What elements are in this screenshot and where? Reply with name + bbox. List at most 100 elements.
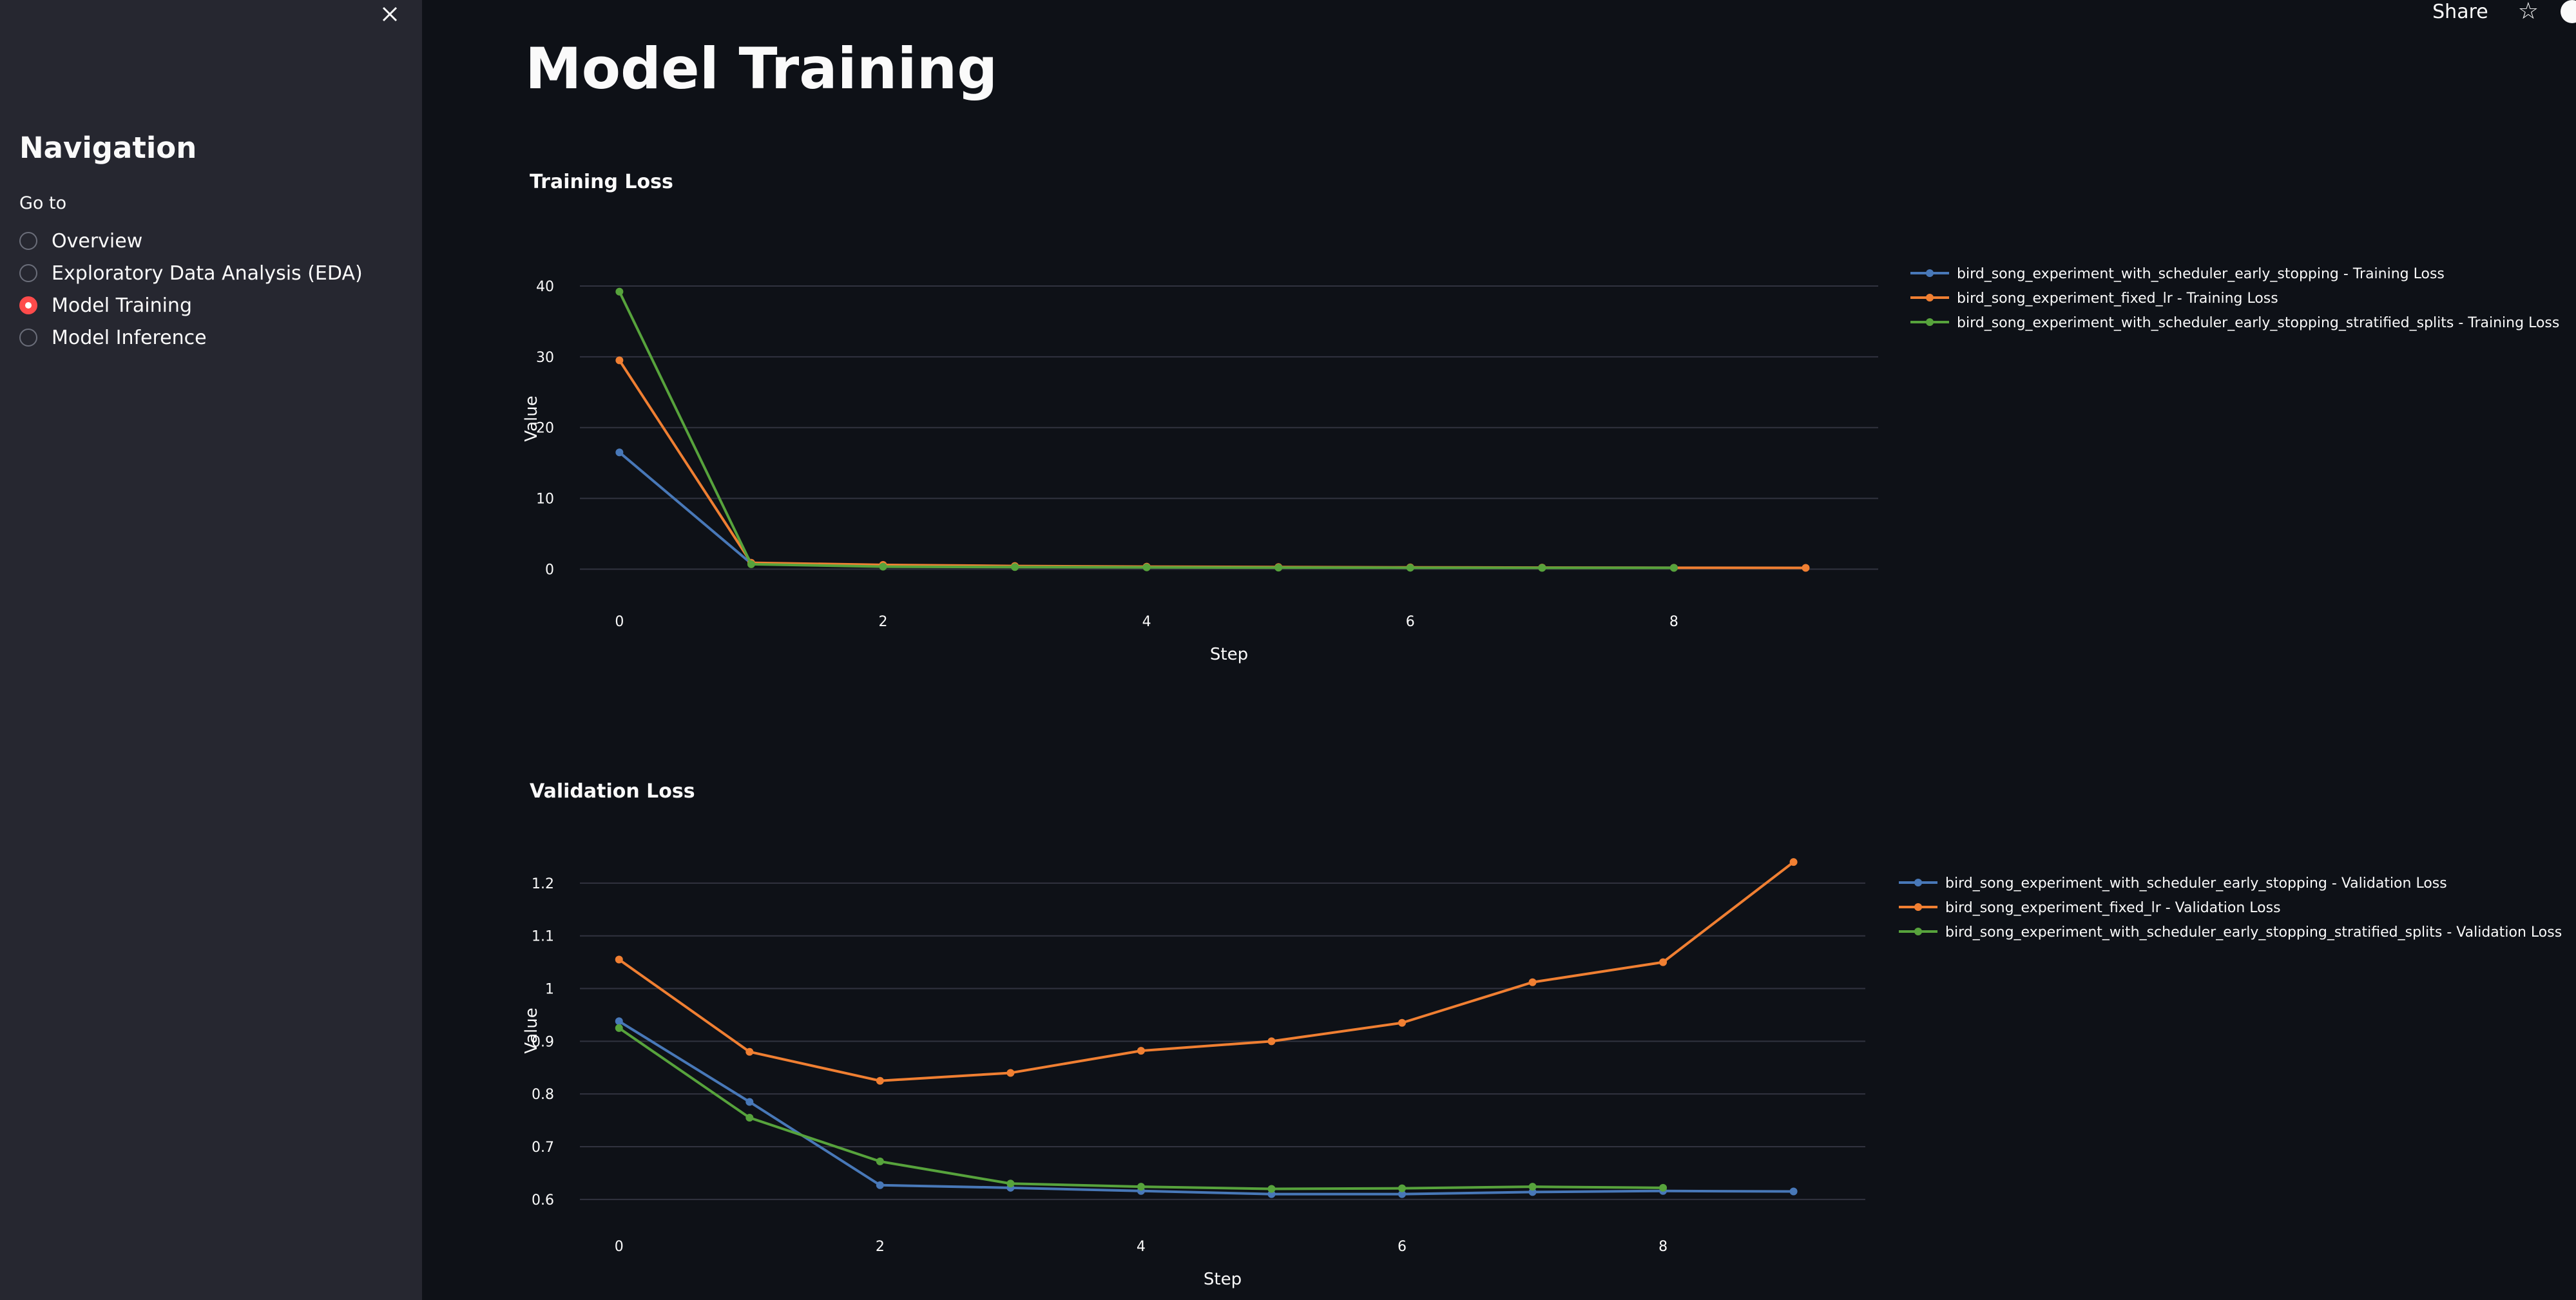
- y-tick-label: 30: [536, 350, 554, 366]
- radio-option-model-inference[interactable]: Model Inference: [19, 321, 207, 354]
- x-tick-label: 6: [1398, 1239, 1407, 1255]
- data-point: [1274, 564, 1283, 572]
- radio-option-label: Exploratory Data Analysis (EDA): [52, 262, 363, 285]
- x-tick-label: 2: [876, 1239, 885, 1255]
- radio-button[interactable]: [19, 232, 37, 250]
- x-axis-label: Step: [1210, 645, 1248, 664]
- data-point: [1406, 564, 1414, 572]
- data-point: [879, 562, 887, 571]
- data-point: [876, 1181, 884, 1189]
- training-loss-chart: 0102030400 2 4 6 8StepValuebird_song_experim…: [522, 266, 2559, 664]
- x-tick-label: 2: [879, 614, 888, 630]
- legend-marker: [1914, 879, 1922, 886]
- github-icon[interactable]: [2561, 0, 2576, 23]
- legend-label: bird_song_experiment_with_scheduler_earl…: [1945, 875, 2447, 892]
- x-tick-label: 4: [1142, 614, 1151, 630]
- x-tick-label: 8: [1658, 1239, 1668, 1255]
- y-tick-label: 0: [545, 562, 554, 578]
- legend-item: bird_song_experiment_with_scheduler_earl…: [1910, 315, 2559, 331]
- data-point: [1802, 564, 1810, 572]
- training-loss-title: Training Loss: [530, 171, 673, 193]
- data-point: [745, 1114, 754, 1122]
- data-point: [1659, 958, 1668, 966]
- x-tick-label: 0: [615, 1239, 624, 1255]
- data-point: [745, 1098, 754, 1106]
- series-line: [618, 291, 1674, 569]
- close-sidebar-button[interactable]: [377, 1, 403, 27]
- legend-label: bird_song_experiment_with_scheduler_earl…: [1945, 924, 2562, 941]
- data-point: [745, 1047, 754, 1056]
- data-point: [615, 1017, 623, 1026]
- radio-button[interactable]: [19, 329, 37, 347]
- radio-group-label: Go to: [19, 193, 67, 213]
- data-point: [1267, 1185, 1276, 1193]
- radio-option-eda[interactable]: Exploratory Data Analysis (EDA): [19, 257, 363, 289]
- legend-item: bird_song_experiment_fixed_lr - Training…: [1910, 291, 2278, 307]
- data-point: [1659, 1183, 1668, 1192]
- data-point: [747, 560, 755, 568]
- legend-marker: [1926, 294, 1934, 301]
- data-point: [1267, 1037, 1276, 1046]
- data-point: [1398, 1018, 1406, 1027]
- y-tick-label: 1: [545, 982, 554, 998]
- legend-label: bird_song_experiment_fixed_lr - Training…: [1957, 291, 2278, 307]
- legend-marker: [1914, 928, 1922, 935]
- data-point: [1006, 1180, 1015, 1188]
- series-line: [619, 451, 1674, 569]
- data-point: [1789, 858, 1798, 866]
- validation-loss-title: Validation Loss: [530, 780, 695, 803]
- radio-button-selected[interactable]: [19, 296, 37, 314]
- close-icon: [382, 6, 398, 22]
- x-tick-label: 0: [615, 614, 624, 630]
- share-button[interactable]: Share: [2432, 1, 2488, 23]
- header-actions: Share ☆: [2432, 0, 2576, 23]
- radio-button[interactable]: [19, 264, 37, 282]
- x-tick-label: 4: [1137, 1239, 1146, 1255]
- radio-option-model-training[interactable]: Model Training: [19, 289, 192, 321]
- legend-item: bird_song_experiment_with_scheduler_earl…: [1899, 924, 2562, 941]
- data-point: [876, 1076, 884, 1085]
- y-axis-label: Value: [522, 396, 541, 441]
- y-tick-label: 0.7: [532, 1140, 554, 1156]
- y-tick-label: 10: [536, 492, 554, 508]
- x-tick-label: 6: [1406, 614, 1415, 630]
- y-tick-label: 40: [536, 279, 554, 295]
- main-content: Share ☆ Model Training Training Loss 0 10…: [422, 0, 2576, 1300]
- validation-loss-chart: 0.60.70.80.911.11.20 2 4 6 8StepValuebird_so…: [522, 858, 2562, 1289]
- series-line: [618, 861, 1794, 1082]
- legend-label: bird_song_experiment_with_scheduler_earl…: [1957, 266, 2445, 282]
- data-point: [615, 1024, 623, 1032]
- data-point: [1137, 1183, 1145, 1191]
- data-point: [1142, 563, 1151, 571]
- data-point: [1137, 1047, 1145, 1055]
- y-tick-label: 0.6: [532, 1192, 554, 1209]
- data-point: [1669, 564, 1678, 572]
- data-point: [615, 287, 624, 296]
- radio-option-overview[interactable]: Overview: [19, 225, 142, 257]
- legend-marker: [1926, 318, 1934, 326]
- sidebar: Navigation Go to Overview Exploratory Da…: [0, 0, 422, 1300]
- radio-option-label: Model Training: [52, 294, 192, 317]
- data-point: [876, 1157, 884, 1165]
- data-point: [615, 448, 624, 457]
- y-tick-label: 1.1: [532, 929, 554, 945]
- data-point: [1011, 563, 1019, 571]
- series-line: [618, 359, 1806, 569]
- star-icon[interactable]: ☆: [2518, 0, 2539, 23]
- data-point: [615, 955, 623, 964]
- legend-marker: [1914, 903, 1922, 911]
- data-point: [1528, 1183, 1537, 1191]
- x-tick-label: 8: [1669, 614, 1678, 630]
- y-tick-label: 1.2: [532, 876, 554, 892]
- data-point: [1538, 564, 1546, 572]
- legend-marker: [1926, 269, 1934, 277]
- radio-option-label: Model Inference: [52, 326, 207, 349]
- x-axis-label: Step: [1204, 1270, 1242, 1289]
- legend-label: bird_song_experiment_fixed_lr - Validati…: [1945, 900, 2281, 916]
- y-axis-label: Value: [522, 1008, 541, 1053]
- legend-item: bird_song_experiment_fixed_lr - Validati…: [1899, 900, 2281, 916]
- legend-label: bird_song_experiment_with_scheduler_earl…: [1957, 315, 2559, 331]
- legend-item: bird_song_experiment_with_scheduler_earl…: [1899, 875, 2447, 892]
- radio-option-label: Overview: [52, 229, 143, 253]
- legend-item: bird_song_experiment_with_scheduler_earl…: [1910, 266, 2445, 282]
